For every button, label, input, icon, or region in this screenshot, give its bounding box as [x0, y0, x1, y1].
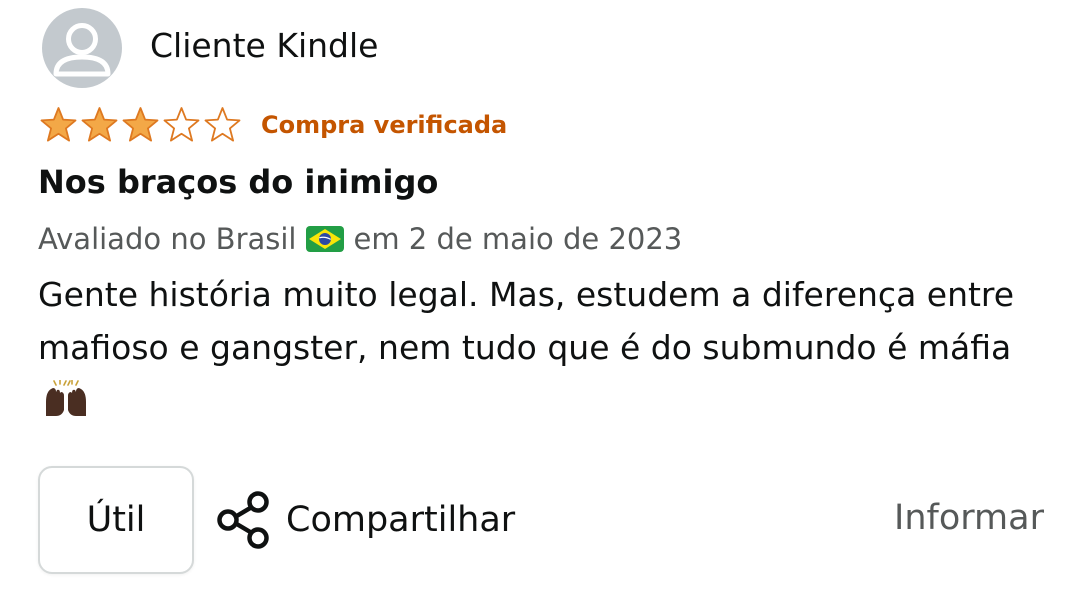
review-date: em 2 de maio de 2023 [353, 222, 683, 256]
raising-hands-icon [46, 380, 86, 416]
star-filled-icon [40, 107, 77, 142]
review-location: Avaliado no Brasil [38, 222, 297, 256]
review-body: Gente história muito legal. Mas, estudem… [38, 268, 1048, 427]
avatar [42, 8, 122, 88]
review-text: Gente história muito legal. Mas, estudem… [38, 275, 1015, 367]
rating-row: Compra verificada [38, 103, 507, 147]
star-empty-icon [204, 107, 241, 142]
star-filled-icon [81, 107, 118, 142]
brazil-flag-icon [306, 226, 345, 252]
reviewer-name[interactable]: Cliente Kindle [150, 26, 378, 65]
helpful-button[interactable]: Útil [38, 466, 194, 574]
share-label: Compartilhar [286, 500, 516, 540]
report-link[interactable]: Informar [894, 498, 1044, 538]
person-silhouette-icon [53, 23, 111, 77]
star-rating [38, 105, 243, 145]
verified-purchase-badge: Compra verificada [261, 111, 508, 139]
star-filled-icon [122, 107, 159, 142]
share-icon [217, 491, 269, 549]
star-empty-icon [163, 107, 200, 142]
review-meta: Avaliado no Brasil em 2 de maio de 2023 [38, 222, 682, 256]
share-button[interactable]: Compartilhar [216, 490, 515, 550]
review-title: Nos braços do inimigo [38, 163, 439, 201]
